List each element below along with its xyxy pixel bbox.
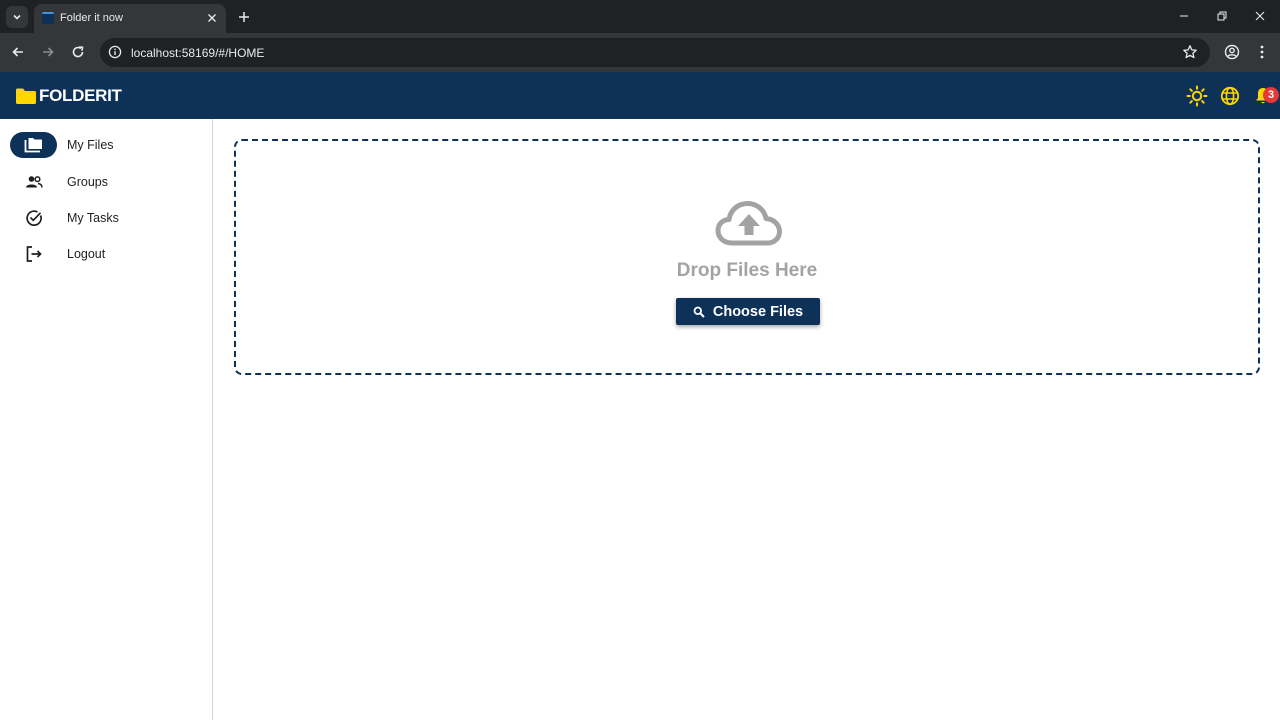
close-window-button[interactable] xyxy=(1248,6,1272,26)
reload-button[interactable] xyxy=(68,42,88,62)
choose-files-label: Choose Files xyxy=(712,303,804,320)
app-logo[interactable]: FOLDERIT xyxy=(15,86,122,106)
sidebar-item-my-tasks[interactable]: My Tasks xyxy=(10,204,210,232)
check-circle-icon xyxy=(25,210,42,226)
group-icon xyxy=(25,176,43,188)
choose-files-button[interactable]: Choose Files xyxy=(676,298,820,325)
folder-icon xyxy=(16,88,36,104)
browser-tab-bar: Folder it now xyxy=(0,0,1280,33)
language-button[interactable] xyxy=(1219,85,1241,107)
tab-search-button[interactable] xyxy=(6,6,28,28)
favicon-icon xyxy=(42,12,54,24)
tab-title: Folder it now xyxy=(60,12,123,24)
sidebar-item-label: Groups xyxy=(67,175,108,189)
forward-button[interactable] xyxy=(38,42,58,62)
sidebar-item-label: My Files xyxy=(67,138,114,152)
sidebar-item-logout[interactable]: Logout xyxy=(10,240,210,268)
back-button[interactable] xyxy=(8,42,28,62)
plus-icon xyxy=(239,12,249,22)
arrow-left-icon xyxy=(12,47,23,57)
tab-close-button[interactable] xyxy=(204,10,220,26)
sidebar-item-icon-wrap xyxy=(10,169,57,195)
sidebar-item-icon-wrap xyxy=(10,132,57,158)
url-text[interactable]: localhost:58169/#/HOME xyxy=(131,46,264,60)
more-vert-icon xyxy=(1260,45,1264,59)
minimize-icon xyxy=(1180,15,1188,17)
logo-text: FOLDERIT xyxy=(39,86,122,105)
sidebar-item-label: My Tasks xyxy=(67,211,119,225)
cloud-upload-icon xyxy=(715,201,782,246)
close-icon xyxy=(1255,11,1265,21)
sidebar-item-label: Logout xyxy=(67,247,106,261)
browser-toolbar: localhost:58169/#/HOME xyxy=(0,33,1280,72)
drop-files-text: Drop Files Here xyxy=(676,260,818,281)
search-icon xyxy=(693,306,705,318)
file-drop-zone[interactable]: Drop Files Here Choose Files xyxy=(234,139,1260,375)
address-bar[interactable]: localhost:58169/#/HOME xyxy=(100,38,1210,67)
chevron-down-icon xyxy=(13,14,21,20)
sidebar: My Files Groups My Tasks Logout xyxy=(0,119,213,720)
arrow-right-icon xyxy=(43,47,54,57)
folder-copy-icon xyxy=(24,138,42,153)
theme-toggle-button[interactable] xyxy=(1186,85,1208,107)
browser-tab[interactable]: Folder it now xyxy=(34,4,226,33)
new-tab-button[interactable] xyxy=(234,7,254,27)
globe-icon xyxy=(1220,86,1240,106)
reload-icon xyxy=(72,46,84,58)
sidebar-item-icon-wrap xyxy=(10,241,57,267)
restore-icon xyxy=(1217,11,1227,21)
info-icon[interactable] xyxy=(108,45,122,59)
close-icon xyxy=(208,14,216,22)
notification-badge: 3 xyxy=(1263,87,1279,103)
sidebar-item-icon-wrap xyxy=(10,205,57,231)
star-icon[interactable] xyxy=(1182,44,1198,60)
account-icon xyxy=(1224,44,1240,60)
sun-icon xyxy=(1186,85,1208,107)
restore-button[interactable] xyxy=(1210,6,1234,26)
sidebar-item-groups[interactable]: Groups xyxy=(10,168,210,196)
profile-button[interactable] xyxy=(1222,42,1242,62)
app-header: FOLDERIT xyxy=(0,72,1280,119)
browser-menu-button[interactable] xyxy=(1252,42,1272,62)
sidebar-item-my-files[interactable]: My Files xyxy=(10,131,210,159)
minimize-button[interactable] xyxy=(1172,6,1196,26)
logout-icon xyxy=(26,246,42,262)
